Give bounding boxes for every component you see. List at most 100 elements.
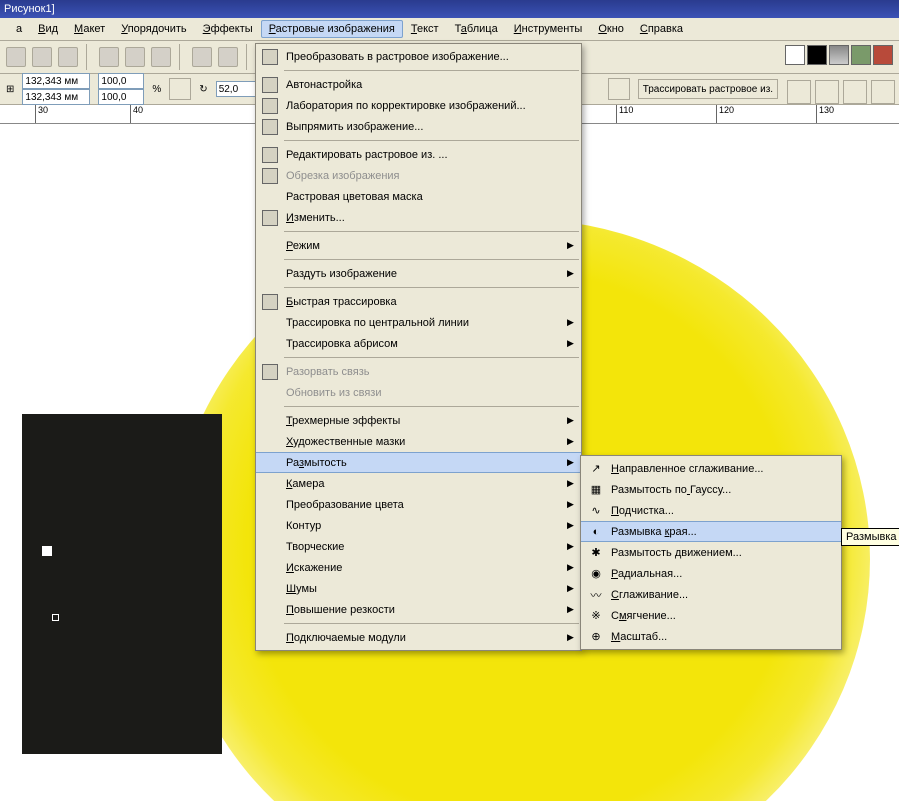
rotate-icon: ↻ <box>199 84 207 95</box>
edit-bitmap-button[interactable] <box>608 78 630 100</box>
prop-button[interactable] <box>787 80 811 104</box>
prop-button[interactable] <box>871 80 895 104</box>
menu-item[interactable]: Преобразовать в растровое изображение... <box>256 46 581 67</box>
x-input[interactable] <box>22 73 90 89</box>
submenu-arrow-icon: ▶ <box>567 268 577 279</box>
menu-item[interactable]: Контур▶ <box>256 515 581 536</box>
tool-save-icon[interactable] <box>58 47 78 67</box>
submenu-item-icon: 〰 <box>585 587 607 603</box>
menu-item[interactable]: Творческие▶ <box>256 536 581 557</box>
prop-button[interactable] <box>815 80 839 104</box>
submenu-arrow-icon: ▶ <box>567 604 577 615</box>
menu-окно[interactable]: Окно <box>590 20 632 38</box>
menu-item[interactable]: Подключаемые модули▶ <box>256 627 581 648</box>
menu-item[interactable]: Трехмерные эффекты▶ <box>256 410 581 431</box>
scale-y-input[interactable] <box>98 89 144 105</box>
menu-упорядочить[interactable]: Упорядочить <box>113 20 194 38</box>
menu-вид[interactable]: Вид <box>30 20 66 38</box>
submenu-arrow-icon: ▶ <box>567 457 577 468</box>
menu-текст[interactable]: Текст <box>403 20 447 38</box>
menu-item[interactable]: Автонастройка <box>256 74 581 95</box>
menu-макет[interactable]: Макет <box>66 20 113 38</box>
menu-item[interactable]: Режим▶ <box>256 235 581 256</box>
swatch[interactable] <box>785 45 805 65</box>
submenu-item[interactable]: ◉Радиальная... <box>581 563 841 584</box>
menu-а[interactable]: а <box>8 20 30 38</box>
submenu-item[interactable]: ※Смягчение... <box>581 605 841 626</box>
menu-item-label: Режим <box>286 240 567 252</box>
y-input[interactable] <box>22 89 90 105</box>
scale-x-input[interactable] <box>98 73 144 89</box>
menu-item[interactable]: Выпрямить изображение... <box>256 116 581 137</box>
tool-new-icon[interactable] <box>6 47 26 67</box>
submenu-item[interactable]: ✱Размытость движением... <box>581 542 841 563</box>
trace-bitmap-button[interactable]: Трассировать растровое из. <box>638 79 778 99</box>
menu-item-label: Изменить... <box>286 212 567 224</box>
menu-таблица[interactable]: Таблица <box>447 20 506 38</box>
menu-item-icon <box>260 364 280 380</box>
menu-item[interactable]: Преобразование цвета▶ <box>256 494 581 515</box>
tool-paste-icon[interactable] <box>151 47 171 67</box>
tool-redo-icon[interactable] <box>218 47 238 67</box>
swatch[interactable] <box>851 45 871 65</box>
tool-undo-icon[interactable] <box>192 47 212 67</box>
menu-item-icon <box>260 518 280 534</box>
tool-copy-icon[interactable] <box>125 47 145 67</box>
menu-item-icon <box>260 476 280 492</box>
menu-item-label: Выпрямить изображение... <box>286 121 567 133</box>
title-text: Рисунок1] <box>4 3 55 15</box>
menu-item-icon <box>260 497 280 513</box>
menu-separator <box>284 259 579 260</box>
right-buttons <box>787 80 895 104</box>
menu-эффекты[interactable]: Эффекты <box>195 20 261 38</box>
menu-item-label: Размытость <box>286 457 567 469</box>
menu-item-label: Трехмерные эффекты <box>286 415 567 427</box>
submenu-item[interactable]: ⊕Масштаб... <box>581 626 841 647</box>
swatch[interactable] <box>829 45 849 65</box>
toolbar-separator <box>179 44 184 70</box>
toolbar-separator <box>86 44 91 70</box>
menu-item[interactable]: Камера▶ <box>256 473 581 494</box>
menu-item-label: Быстрая трассировка <box>286 296 567 308</box>
submenu-item-label: Смягчение... <box>611 610 676 622</box>
menu-item[interactable]: Трассировка абрисом▶ <box>256 333 581 354</box>
submenu-item[interactable]: ↗Направленное сглаживание... <box>581 458 841 479</box>
submenu-item[interactable]: ∿Подчистка... <box>581 500 841 521</box>
submenu-item[interactable]: ◐Размывка края... <box>581 521 841 542</box>
menu-item[interactable]: Раздуть изображение▶ <box>256 263 581 284</box>
menu-item[interactable]: Повышение резкости▶ <box>256 599 581 620</box>
selection-handle[interactable] <box>52 614 59 621</box>
tool-open-icon[interactable] <box>32 47 52 67</box>
menu-item[interactable]: Художественные мазки▶ <box>256 431 581 452</box>
menu-инструменты[interactable]: Инструменты <box>506 20 591 38</box>
swatch[interactable] <box>807 45 827 65</box>
navigator-thumbnail[interactable] <box>22 414 222 754</box>
lock-ratio-button[interactable] <box>169 78 191 100</box>
submenu-arrow-icon: ▶ <box>567 520 577 531</box>
menu-item[interactable]: Изменить... <box>256 207 581 228</box>
menu-справка[interactable]: Справка <box>632 20 691 38</box>
menu-item[interactable]: Искажение▶ <box>256 557 581 578</box>
menu-item[interactable]: Растровая цветовая маска <box>256 186 581 207</box>
menu-item[interactable]: Трассировка по центральной линии▶ <box>256 312 581 333</box>
color-swatches <box>785 45 899 69</box>
swatch[interactable] <box>873 45 893 65</box>
tool-cut-icon[interactable] <box>99 47 119 67</box>
menu-item[interactable]: Быстрая трассировка <box>256 291 581 312</box>
menu-item[interactable]: Редактировать растровое из. ... <box>256 144 581 165</box>
menu-item[interactable]: Размытость▶ <box>256 452 581 473</box>
menu-item[interactable]: Лаборатория по корректировке изображений… <box>256 95 581 116</box>
submenu-arrow-icon: ▶ <box>567 478 577 489</box>
submenu-arrow-icon: ▶ <box>567 415 577 426</box>
menu-item-icon <box>260 455 280 471</box>
menu-растровые изображения[interactable]: Растровые изображения <box>261 20 403 38</box>
menu-item: Обрезка изображения <box>256 165 581 186</box>
menu-item[interactable]: Шумы▶ <box>256 578 581 599</box>
prop-button[interactable] <box>843 80 867 104</box>
submenu-item-label: Размытость по Гауссу... <box>611 484 731 496</box>
ruler-tick: 40 <box>130 105 143 123</box>
x-label: ⊞ <box>6 84 14 95</box>
selection-handle[interactable] <box>42 546 52 556</box>
submenu-item[interactable]: ▦Размытость по Гауссу... <box>581 479 841 500</box>
submenu-item[interactable]: 〰Сглаживание... <box>581 584 841 605</box>
